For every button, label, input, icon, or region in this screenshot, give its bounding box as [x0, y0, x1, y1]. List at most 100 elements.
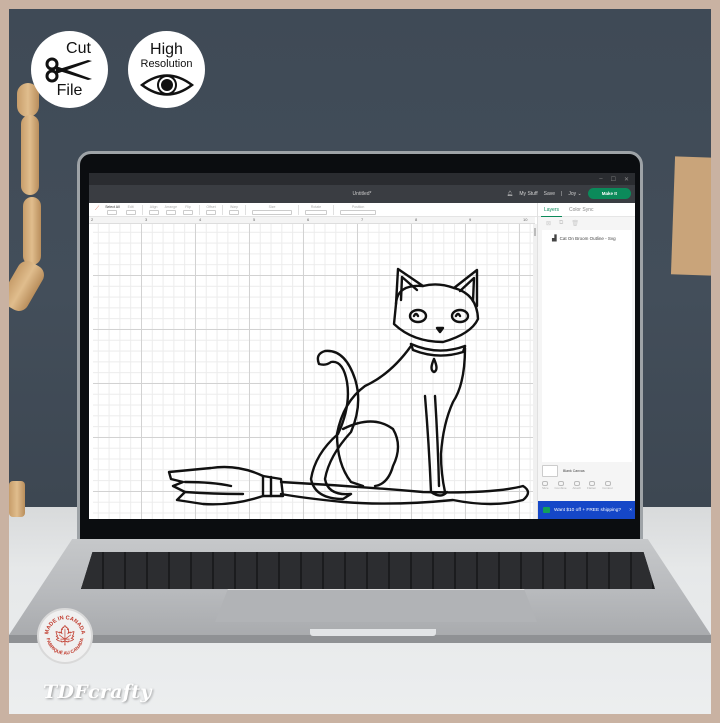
combine-button[interactable]: Combine — [555, 481, 567, 490]
arrange-icon — [165, 209, 176, 215]
delete-icon[interactable]: 🗑︎ — [571, 220, 579, 227]
offset-button[interactable]: Offset — [206, 205, 217, 215]
size-fields[interactable]: Size — [252, 205, 293, 215]
seal-bottom-text: FABRIQUÉ AU CANADA — [46, 637, 85, 656]
layers-panel: Layers Color Sync ⊠ ⧉ 🗑︎ ▟ Cat On Broom … — [537, 203, 635, 519]
save-button[interactable]: Save — [544, 191, 555, 197]
ruler-tick-label: 10 — [523, 217, 528, 222]
scissors-icon — [45, 57, 92, 82]
laptop-trackpad — [215, 589, 537, 622]
blank-canvas-row[interactable]: Blank Canvas — [542, 465, 585, 477]
offset-icon — [206, 209, 217, 215]
select-all-button[interactable]: Select All — [105, 205, 120, 215]
layer-actions: Slice Combine Attach Flatten Contour — [542, 481, 613, 490]
seal-top-text: MADE IN CANADA — [44, 615, 85, 635]
user-name: Joy — [568, 190, 577, 197]
promo-banner[interactable]: Want $10 off + FREE shipping? × — [538, 501, 635, 519]
flatten-button[interactable]: Flatten — [587, 481, 596, 490]
toolbar-divider — [333, 204, 335, 215]
attach-button[interactable]: Attach — [573, 481, 581, 490]
toolbar-divider — [298, 204, 300, 215]
close-button[interactable]: ✕ — [624, 176, 629, 183]
flip-icon — [183, 209, 194, 215]
layer-cut-icon: ▟ — [552, 236, 557, 242]
design-canvas[interactable] — [93, 224, 533, 519]
warp-button[interactable]: Warp — [229, 205, 240, 215]
make-it-button[interactable]: Make It — [587, 188, 631, 199]
ruler-tick-label: 6 — [307, 217, 310, 222]
high-resolution-badge: High Resolution — [128, 31, 205, 108]
toolbar-divider — [222, 204, 224, 215]
layers-list: ▟ Cat On Broom Outline - Svg — [542, 230, 632, 462]
scrollbar-thumb[interactable] — [534, 228, 536, 236]
size-input[interactable] — [252, 209, 293, 215]
user-menu[interactable]: Joy ⌄ — [568, 191, 581, 197]
blank-canvas-label: Blank Canvas — [563, 469, 585, 473]
align-button[interactable]: Align — [148, 205, 159, 215]
slice-button[interactable]: Slice — [542, 481, 549, 490]
position-fields[interactable]: Position — [340, 205, 377, 215]
cut-file-badge: Cut File — [31, 31, 108, 108]
promo-close-button[interactable]: × — [629, 508, 632, 513]
laptop-base-edge — [9, 635, 711, 643]
laptop-keyboard — [81, 552, 655, 589]
gift-icon — [543, 507, 550, 513]
promo-text: Want $10 off + FREE shipping? — [554, 507, 622, 513]
cut-label: Cut — [66, 39, 91, 57]
brand-logo: TDFcrafty — [43, 681, 152, 703]
sticky-note — [670, 156, 711, 276]
edit-toolbar: ⟋ Select All Edit Align Arrange Flip Off… — [89, 203, 537, 217]
resolution-label: Resolution — [140, 57, 193, 70]
ruler-tick-label: 2 — [91, 217, 94, 222]
wooden-mannequin — [9, 83, 59, 519]
ruler-tick-label: 8 — [415, 217, 418, 222]
tab-color-sync[interactable]: Color Sync — [569, 207, 593, 213]
rotate-field[interactable]: Rotate — [305, 205, 328, 215]
warp-icon — [229, 209, 240, 215]
laptop-notch — [310, 629, 436, 636]
product-photo: Cut File High Resolution – ☐ ✕ Untitled*… — [9, 9, 711, 714]
select-all-icon — [107, 209, 118, 215]
file-label: File — [56, 81, 83, 99]
minimize-button[interactable]: – — [599, 176, 602, 182]
arrange-button[interactable]: Arrange — [165, 205, 177, 215]
seal-ring-text: MADE IN CANADA FABRIQUÉ AU CANADA — [44, 615, 85, 656]
position-input[interactable] — [340, 209, 377, 215]
layer-name: Cat On Broom Outline - Svg — [559, 236, 616, 241]
layer-item[interactable]: ▟ Cat On Broom Outline - Svg — [542, 230, 632, 242]
ruler-tick-label: 7 — [361, 217, 364, 222]
bell-icon[interactable]: 🔔︎ — [507, 191, 513, 197]
ruler-tick-label: 3 — [145, 217, 148, 222]
ruler-tick-label: 4 — [199, 217, 202, 222]
panel-tabs: Layers Color Sync — [538, 203, 635, 217]
cat-on-broom-design[interactable] — [93, 224, 533, 519]
app-header: Untitled* 🔔︎ My Stuff Save | Joy ⌄ Make … — [89, 185, 635, 203]
group-icon[interactable]: ⊠ — [546, 220, 551, 227]
edit-button[interactable]: Edit — [125, 205, 136, 215]
layer-tools: ⊠ ⧉ 🗑︎ — [538, 217, 635, 229]
header-separator: | — [561, 190, 563, 197]
flip-button[interactable]: Flip — [183, 205, 194, 215]
duplicate-icon[interactable]: ⧉ — [559, 220, 563, 227]
chevron-down-icon: ⌄ — [577, 190, 582, 197]
svg-text:FABRIQUÉ AU CANADA: FABRIQUÉ AU CANADA — [46, 637, 85, 656]
design-workspace: ⟋ Select All Edit Align Arrange Flip Off… — [89, 203, 635, 519]
eye-icon — [139, 73, 194, 96]
window-titlebar: – ☐ ✕ — [89, 173, 635, 185]
ruler-tick-label: 5 — [253, 217, 256, 222]
rotate-input[interactable] — [305, 209, 328, 215]
toolbar-divider — [245, 204, 247, 215]
horizontal-ruler: 2 3 4 5 6 7 8 9 10 — [89, 217, 535, 224]
maximize-button[interactable]: ☐ — [611, 176, 616, 183]
pen-icon[interactable]: ⟋ — [95, 206, 99, 213]
high-label: High — [150, 40, 183, 58]
tab-layers[interactable]: Layers — [540, 207, 563, 217]
toolbar-divider — [199, 204, 201, 215]
made-in-canada-seal: MADE IN CANADA FABRIQUÉ AU CANADA 🍁︎ — [37, 608, 93, 664]
svg-text:MADE IN CANADA: MADE IN CANADA — [44, 615, 85, 635]
edit-icon — [125, 209, 136, 215]
blank-canvas-swatch[interactable] — [542, 465, 558, 477]
contour-button[interactable]: Contour — [602, 481, 613, 490]
ruler-tick-label: 9 — [469, 217, 472, 222]
my-stuff-link[interactable]: My Stuff — [519, 191, 537, 197]
